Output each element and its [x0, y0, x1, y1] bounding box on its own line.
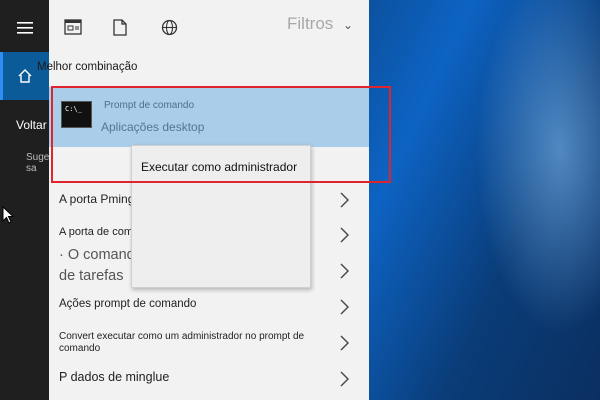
best-match-heading: Melhor combinação — [37, 61, 138, 73]
chevron-right-icon — [340, 263, 349, 279]
apps-filter-button[interactable] — [62, 16, 84, 38]
hamburger-icon — [16, 22, 33, 34]
list-item[interactable]: Ações prompt de comando — [49, 292, 369, 322]
home-icon-wrap — [0, 52, 49, 100]
list-item-text: Convert executar como um administrador n… — [59, 331, 305, 354]
globe-icon — [161, 19, 177, 35]
back-button[interactable]: Voltar — [16, 118, 47, 132]
mouse-cursor-icon — [2, 206, 14, 224]
chevron-down-icon: ⌄ — [343, 18, 354, 32]
hamburger-menu-button[interactable] — [0, 4, 49, 52]
document-icon — [113, 18, 127, 36]
start-rail: Voltar Sugestões de pesqui- sa — [0, 0, 123, 400]
web-filter-button[interactable] — [158, 16, 180, 38]
chevron-right-icon — [340, 192, 349, 208]
filters-dropdown[interactable]: Filtros — [287, 14, 333, 34]
list-item[interactable]: P dados de minglue — [49, 366, 369, 396]
search-toolbar: Filtros ⌄ — [49, 0, 369, 56]
chevron-right-icon — [340, 335, 349, 351]
documents-filter-button[interactable] — [109, 16, 131, 38]
chevron-right-icon — [340, 371, 349, 387]
app-window-icon — [64, 19, 82, 35]
list-item-text: Ações prompt de comando — [59, 298, 197, 310]
home-icon — [18, 69, 31, 83]
chevron-right-icon — [340, 227, 349, 243]
list-item-text: P dados de minglue — [59, 370, 170, 384]
chevron-right-icon — [340, 299, 349, 315]
highlight-annotation-box — [51, 86, 391, 183]
list-item[interactable]: Convert executar como um administrador n… — [49, 328, 369, 360]
